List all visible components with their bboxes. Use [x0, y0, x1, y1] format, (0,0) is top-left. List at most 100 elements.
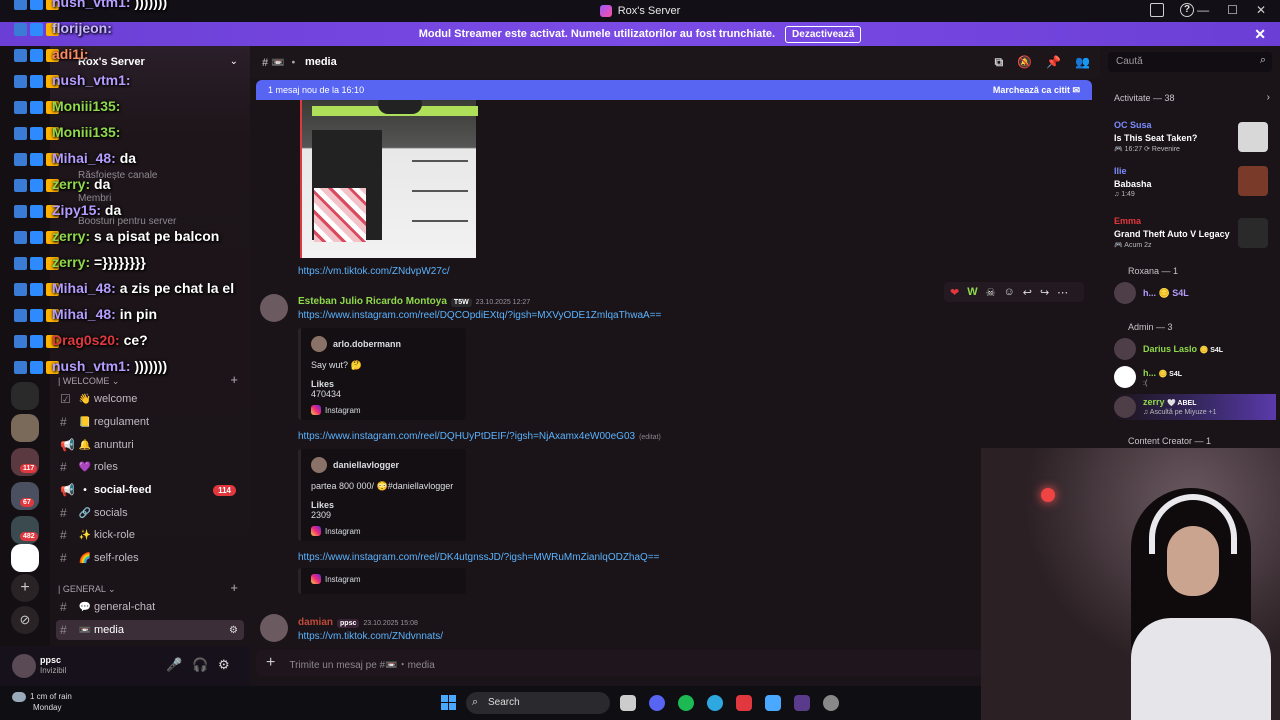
- megaphone-icon: 📢: [60, 438, 75, 452]
- banner-text: Modul Streamer este activat. Numele util…: [418, 28, 776, 40]
- close-window-button[interactable]: ✕: [1256, 3, 1266, 17]
- activity-user[interactable]: Ilie: [1114, 166, 1127, 176]
- member-name[interactable]: Darius Laslo 🪙 S4L: [1143, 344, 1223, 354]
- message-author[interactable]: damian ppsc 23.10.2025 15:08: [298, 617, 418, 628]
- forward-icon[interactable]: ↪: [1040, 286, 1049, 299]
- video-thumbnail[interactable]: [300, 100, 478, 258]
- category-general[interactable]: | GENERAL ⌄: [58, 584, 116, 595]
- pin-icon[interactable]: 📌: [1046, 55, 1061, 70]
- microphone-icon[interactable]: 🎤: [166, 657, 182, 673]
- channel-self-roles[interactable]: # 🌈 self-roles: [56, 548, 244, 568]
- skull-reaction-icon[interactable]: ☠: [986, 286, 996, 299]
- channel-roles[interactable]: # 💜 roles: [56, 457, 244, 477]
- weather-widget[interactable]: 1 cm of rain Monday: [12, 692, 72, 712]
- member-name[interactable]: h... 🪙 S4L: [1143, 288, 1189, 299]
- webcam-light: [1041, 488, 1055, 502]
- channel-sidebar: Rox's Server ⌄ Răsfoiește canale Membri …: [50, 46, 250, 646]
- message-link[interactable]: https://www.instagram.com/reel/DK4utgnss…: [298, 552, 660, 563]
- server-icon[interactable]: [11, 414, 39, 442]
- channel-social-feed[interactable]: 📢 • social-feed 114: [56, 480, 244, 500]
- discover-icon[interactable]: ⊘: [11, 606, 39, 634]
- channel-socials[interactable]: # 🔗 socials: [56, 503, 244, 523]
- embed-author[interactable]: arlo.dobermann: [311, 336, 456, 352]
- category-welcome[interactable]: | WELCOME ⌄: [58, 376, 119, 387]
- w-reaction-icon[interactable]: W: [967, 286, 977, 298]
- edge-icon[interactable]: [707, 695, 723, 711]
- add-server-icon[interactable]: +: [11, 574, 39, 602]
- embed-source-label: Instagram: [325, 405, 361, 415]
- disable-streamer-button[interactable]: Dezactivează: [785, 25, 862, 43]
- avatar[interactable]: [260, 614, 288, 642]
- browse-channels[interactable]: Răsfoiește canale: [78, 170, 158, 181]
- message-link[interactable]: https://vm.tiktok.com/ZNdvpW27c/: [298, 266, 450, 277]
- avatar[interactable]: [260, 294, 288, 322]
- member-label: h...: [1143, 368, 1156, 378]
- heart-reaction-icon[interactable]: ❤: [950, 286, 959, 299]
- new-messages-bar[interactable]: 1 mesaj nou de la 16:10 Marchează ca cit…: [256, 80, 1092, 100]
- member-tag: 🤍 ABEL: [1167, 400, 1197, 407]
- spotify-icon[interactable]: [678, 695, 694, 711]
- attach-plus-icon[interactable]: +: [266, 654, 275, 672]
- chevron-right-icon[interactable]: ›: [1267, 92, 1270, 103]
- message-link[interactable]: https://www.instagram.com/reel/DQHUyPtDE…: [298, 431, 661, 442]
- member-name[interactable]: h... 🪙 S4L: [1143, 368, 1182, 378]
- channel-media[interactable]: # 📼 media ⚙: [56, 620, 244, 640]
- category-label: | WELCOME: [58, 376, 110, 386]
- discord-icon[interactable]: [649, 695, 665, 711]
- threads-icon[interactable]: ⧉: [995, 55, 1004, 70]
- mark-read-button[interactable]: Marchează ca citit ✉: [993, 85, 1080, 96]
- channel-settings-icon[interactable]: ⚙: [229, 625, 238, 636]
- avatar[interactable]: [12, 654, 36, 678]
- add-channel-icon[interactable]: +: [230, 580, 238, 595]
- app-icon[interactable]: [794, 695, 810, 711]
- app-icon[interactable]: [765, 695, 781, 711]
- member-name[interactable]: zerry 🤍 ABEL: [1143, 397, 1197, 407]
- message-author[interactable]: Esteban Julio Ricardo Montoya T5W 23.10.20…: [298, 296, 530, 307]
- server-icon[interactable]: [11, 382, 39, 410]
- minimize-button[interactable]: —: [1197, 3, 1209, 17]
- activity-header[interactable]: Activitate — 38: [1114, 93, 1175, 103]
- headphones-icon[interactable]: 🎧: [192, 657, 208, 673]
- play-icon[interactable]: [378, 100, 422, 114]
- notifications-off-icon[interactable]: 🔕: [1017, 55, 1032, 70]
- channel-anunturi[interactable]: 📢 🔔 anunturi: [56, 435, 244, 455]
- server-icon[interactable]: [11, 544, 39, 572]
- task-view-icon[interactable]: [620, 695, 636, 711]
- settings-gear-icon[interactable]: ⚙: [218, 657, 230, 673]
- avatar[interactable]: [1114, 366, 1136, 388]
- search-input[interactable]: Caută ⌕: [1108, 52, 1272, 72]
- members-link[interactable]: Membri: [78, 193, 111, 204]
- obs-icon[interactable]: [823, 695, 839, 711]
- reply-icon[interactable]: ↩: [1023, 286, 1032, 299]
- inbox-icon[interactable]: [1150, 3, 1164, 17]
- help-icon[interactable]: ?: [1180, 3, 1194, 17]
- avatar[interactable]: [1114, 396, 1136, 418]
- channel-kick-role[interactable]: # ✨ kick-role: [56, 525, 244, 545]
- banner-close-icon[interactable]: ✕: [1254, 26, 1266, 43]
- embed-author[interactable]: daniellavlogger: [311, 457, 456, 473]
- server-name[interactable]: Rox's Server: [78, 56, 145, 68]
- add-reaction-icon[interactable]: ☺: [1003, 286, 1014, 298]
- taskbar-search[interactable]: ⌕ Search: [466, 692, 610, 714]
- activity-user[interactable]: Emma: [1114, 216, 1141, 226]
- message-link[interactable]: https://vm.tiktok.com/ZNdvnnats/: [298, 631, 443, 642]
- thumbnail-detail: [412, 220, 468, 222]
- channel-label: roles: [94, 461, 118, 473]
- server-boosts[interactable]: Boosturi pentru server: [78, 216, 176, 227]
- app-icon[interactable]: [736, 695, 752, 711]
- member-list-icon[interactable]: 👥: [1075, 55, 1090, 70]
- message-composer[interactable]: + Trimite un mesaj pe #📼・media: [256, 650, 986, 676]
- start-icon[interactable]: [441, 695, 456, 710]
- avatar[interactable]: [1114, 338, 1136, 360]
- message-link[interactable]: https://www.instagram.com/reel/DQCOpdiEX…: [298, 310, 661, 321]
- add-channel-icon[interactable]: +: [230, 372, 238, 387]
- activity-user[interactable]: OC Susa: [1114, 120, 1152, 130]
- chevron-down-icon[interactable]: ⌄: [230, 56, 238, 67]
- more-icon[interactable]: ⋯: [1057, 286, 1068, 299]
- avatar[interactable]: [1114, 282, 1136, 304]
- channel-regulament[interactable]: # 📒 regulament: [56, 412, 244, 432]
- server-badge: 67: [20, 498, 34, 507]
- channel-general-chat[interactable]: # 💬 general-chat: [56, 597, 244, 617]
- channel-welcome[interactable]: ☑ 👋 welcome: [56, 389, 244, 409]
- maximize-button[interactable]: ☐: [1227, 3, 1238, 17]
